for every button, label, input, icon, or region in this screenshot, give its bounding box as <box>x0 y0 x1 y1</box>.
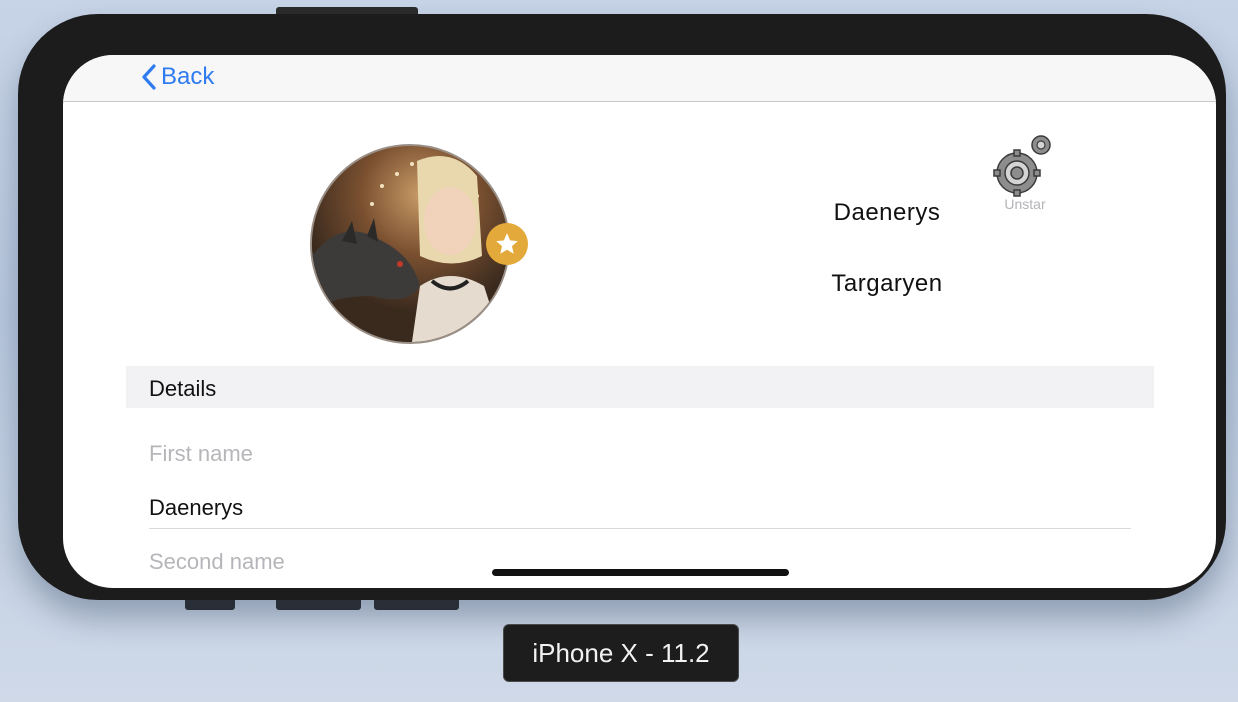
unstar-button[interactable]: Unstar <box>989 133 1061 215</box>
avatar[interactable] <box>310 144 510 344</box>
first-name-field[interactable]: Daenerys <box>149 495 243 521</box>
starred-badge <box>486 223 528 265</box>
star-icon <box>496 233 518 254</box>
last-name-display: Targaryen <box>831 270 943 297</box>
avatar-photo <box>312 146 508 342</box>
home-indicator[interactable] <box>492 569 789 576</box>
second-name-label: Second name <box>149 549 285 574</box>
divider <box>149 528 1131 529</box>
back-label: Back <box>161 63 215 90</box>
first-name-display: Daenerys <box>833 199 941 226</box>
back-button[interactable]: Back <box>141 63 214 91</box>
avatar-container <box>310 144 528 344</box>
first-name-label: First name <box>149 441 253 466</box>
details-header-label: Details <box>149 376 217 401</box>
chevron-left-icon <box>142 64 156 90</box>
simulator-device-label: iPhone X - 11.2 <box>503 624 739 682</box>
navigation-bar: Back <box>63 55 1216 102</box>
app-screen: Back Daenerys Targaryen Unstar Details F… <box>63 55 1216 588</box>
device-frame: Back Daenerys Targaryen Unstar Details F… <box>18 14 1226 600</box>
details-section-header: Details <box>126 366 1154 408</box>
gears-icon <box>993 135 1051 197</box>
unstar-label: Unstar <box>1004 196 1046 212</box>
